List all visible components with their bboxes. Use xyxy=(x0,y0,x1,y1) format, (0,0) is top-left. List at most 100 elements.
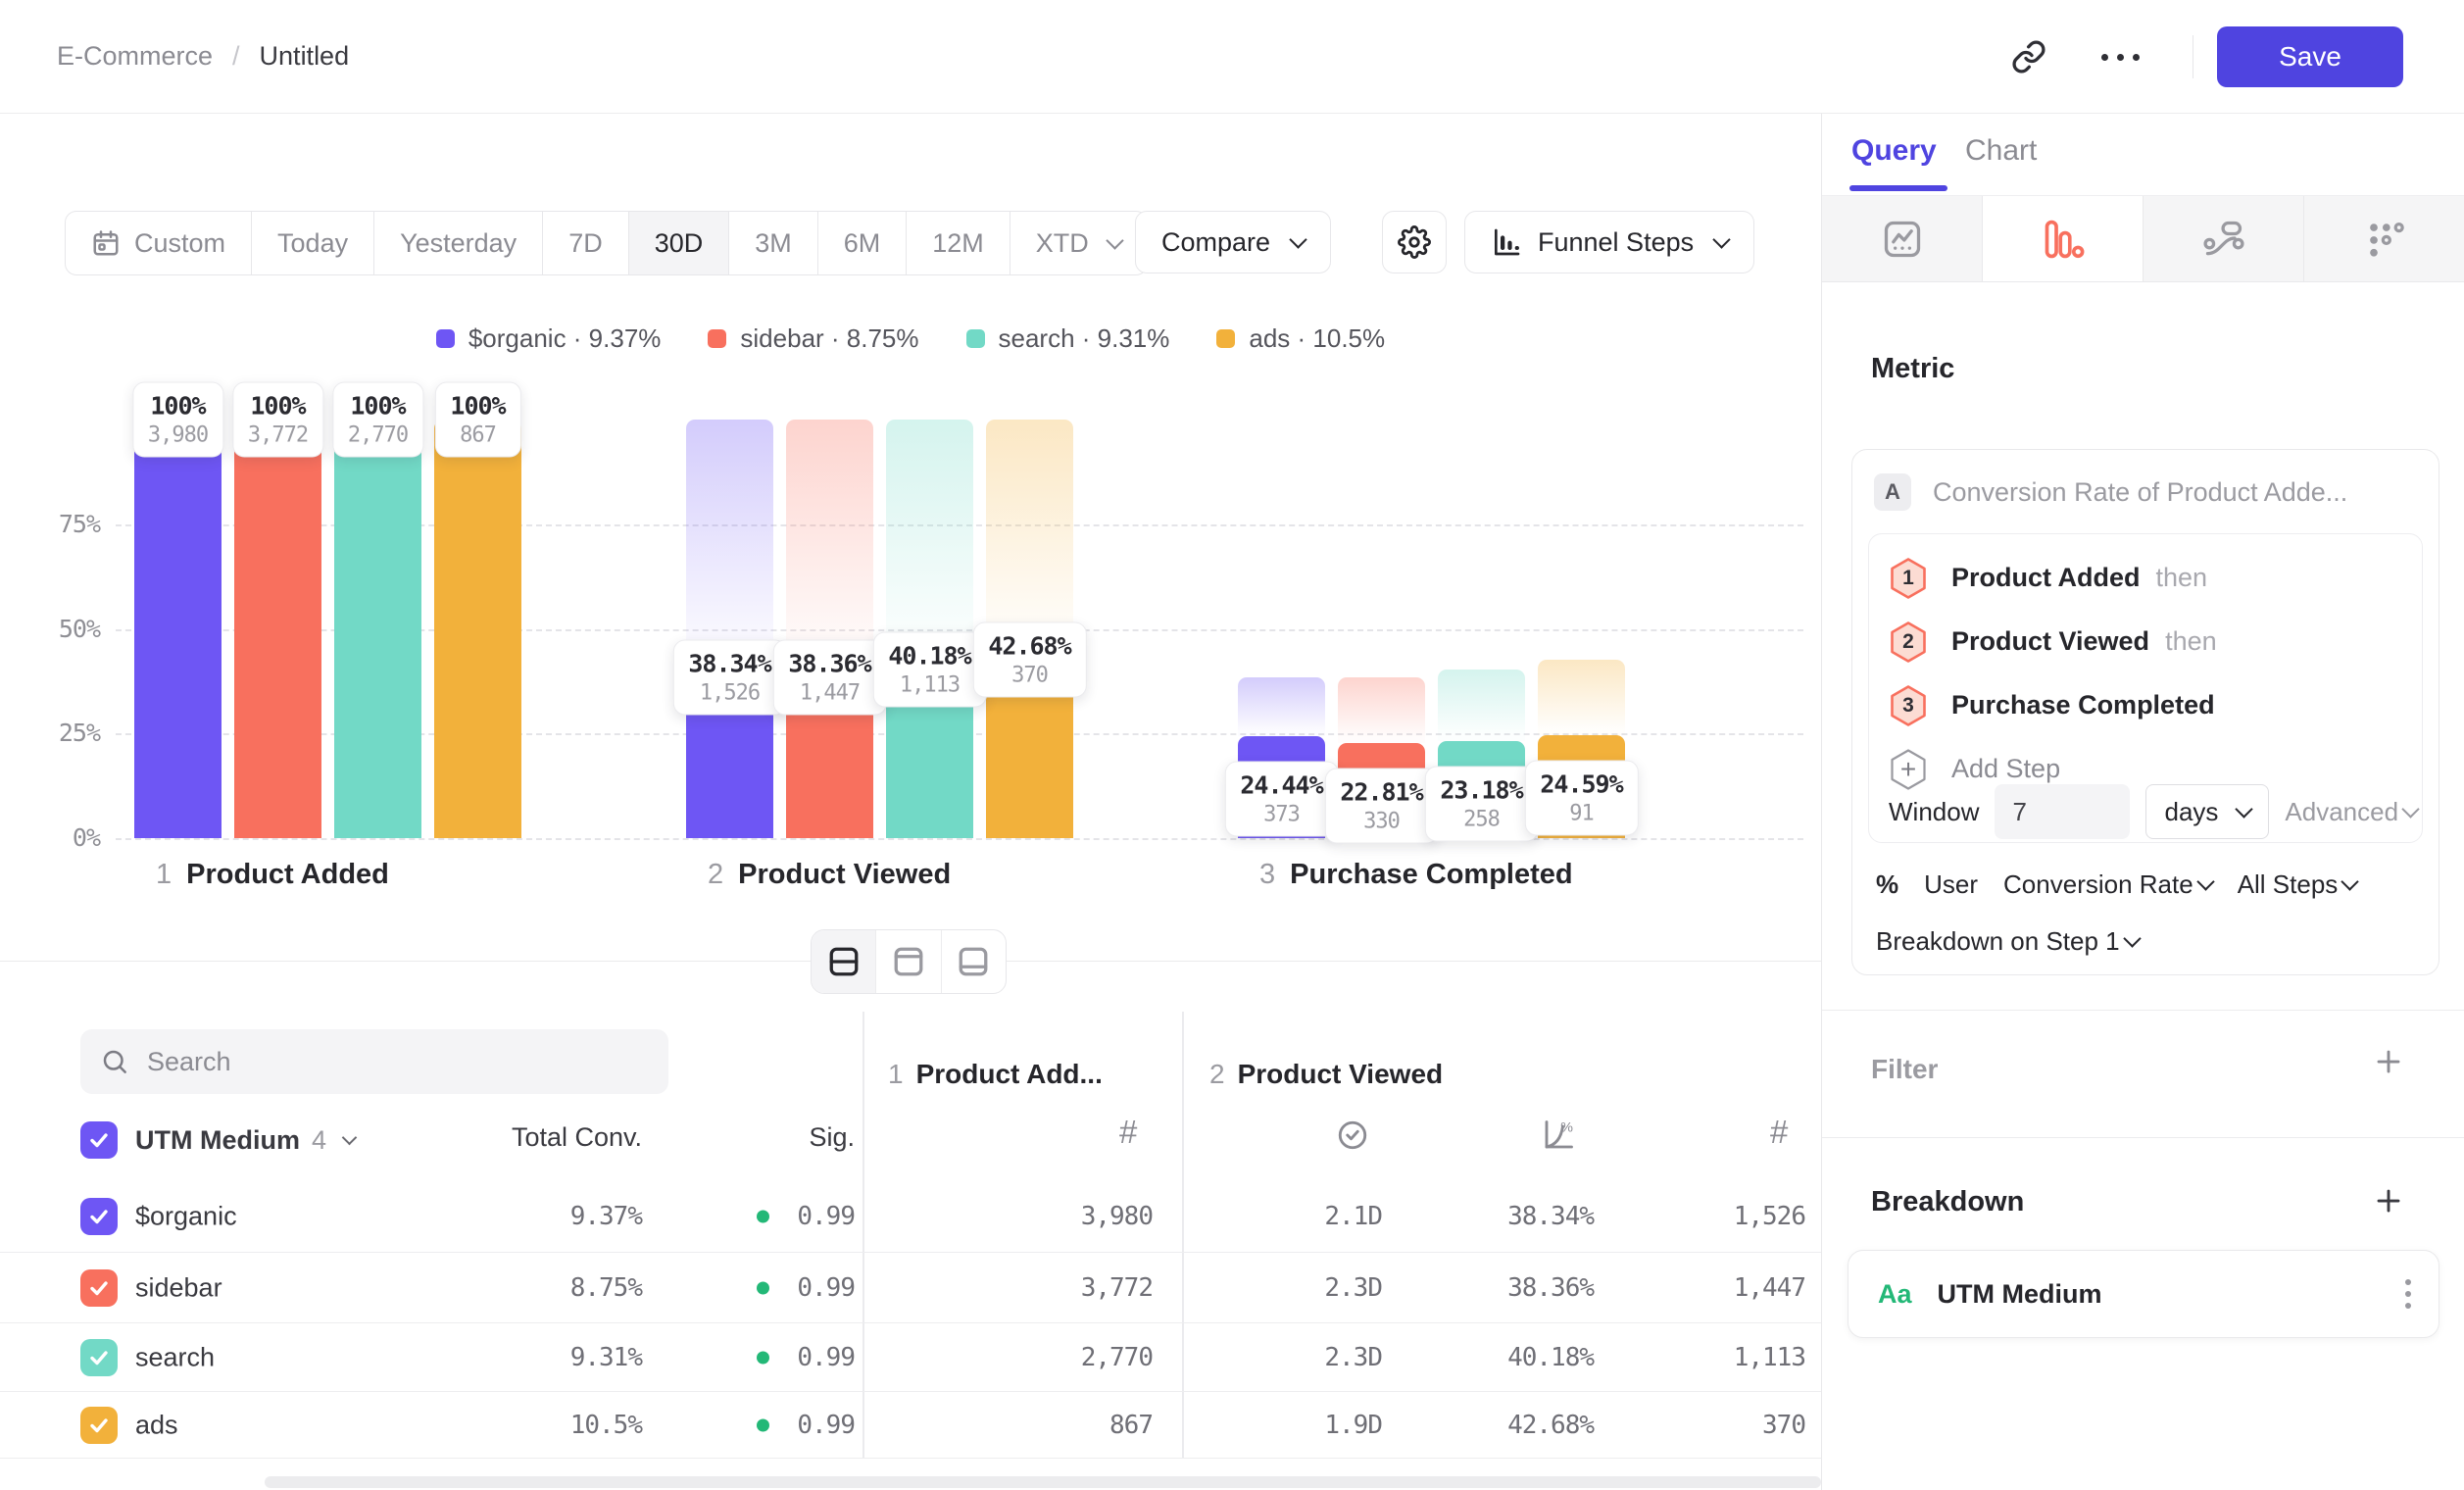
bar-count: 1,447 xyxy=(788,681,870,706)
funnel-steps-view-button[interactable]: Funnel Steps xyxy=(1464,211,1754,273)
add-filter-button[interactable] xyxy=(2371,1044,2406,1079)
date-range-xtd[interactable]: XTD xyxy=(1010,212,1147,274)
date-range-yesterday[interactable]: Yesterday xyxy=(374,212,543,274)
table-search[interactable] xyxy=(80,1029,668,1094)
tab-chart[interactable]: Chart xyxy=(1965,134,2037,168)
significance-dot xyxy=(757,1281,769,1294)
split-layout-icon xyxy=(826,944,862,979)
chevron-down-icon xyxy=(2401,800,2419,818)
funnel-bar-ads-step3[interactable]: 24.59%91 xyxy=(1538,420,1625,838)
tab-query[interactable]: Query xyxy=(1851,134,1937,168)
step-number: 3 xyxy=(1889,684,1928,727)
funnel-bar-ads-step1[interactable]: 100%867 xyxy=(434,420,521,838)
funnel-bar-sidebar-step1[interactable]: 100%3,772 xyxy=(234,420,321,838)
kebab-menu-icon[interactable] xyxy=(2405,1279,2411,1309)
row-checkbox[interactable] xyxy=(80,1407,118,1444)
select-all-checkbox[interactable] xyxy=(80,1121,118,1159)
step-event-name: Product Viewed xyxy=(1951,626,2149,657)
funnel-bar-organic-step1[interactable]: 100%3,980 xyxy=(134,420,222,838)
funnel-bar-sidebar-step3[interactable]: 22.81%330 xyxy=(1338,420,1425,838)
legend-item-sidebar[interactable]: sidebar · 8.75% xyxy=(708,323,918,354)
compare-button[interactable]: Compare xyxy=(1135,211,1331,273)
app-window: E-Commerce / Untitled Save CustomTodayYe… xyxy=(0,0,2464,1490)
date-range-6m[interactable]: 6M xyxy=(818,212,908,274)
table-row-search[interactable]: search9.31%0.992,7702.3D40.18%1,113 xyxy=(0,1323,1821,1392)
add-breakdown-button[interactable] xyxy=(2371,1183,2406,1218)
tab-insights[interactable] xyxy=(1822,196,1983,281)
window-value-input[interactable] xyxy=(1995,784,2130,839)
plus-icon xyxy=(2374,1186,2403,1216)
metric-selector-label: Conversion Rate xyxy=(2003,869,2193,900)
more-menu-button[interactable] xyxy=(2088,31,2152,82)
funnel-bar-search-step1[interactable]: 100%2,770 xyxy=(334,420,421,838)
date-range-3m[interactable]: 3M xyxy=(729,212,818,274)
report-title[interactable]: Untitled xyxy=(260,41,350,72)
legend-item-organic[interactable]: $organic · 9.37% xyxy=(436,323,662,354)
row-avg-time: 2.1D xyxy=(1324,1202,1382,1231)
step-number: 2 xyxy=(1889,621,1928,664)
row-sig: 0.99 xyxy=(797,1411,855,1440)
ellipsis-icon xyxy=(2101,54,2108,61)
table-row-sidebar[interactable]: sidebar8.75%0.993,7722.3D38.36%1,447 xyxy=(0,1253,1821,1323)
count-metric-icon[interactable]: # xyxy=(1119,1114,1137,1151)
legend-item-ads[interactable]: ads · 10.5% xyxy=(1216,323,1385,354)
sig-header[interactable]: Sig. xyxy=(809,1122,855,1153)
chevron-down-icon xyxy=(1106,231,1123,249)
step2-label: Product Viewed xyxy=(1238,1059,1444,1089)
entity-selector[interactable]: User xyxy=(1924,869,1978,900)
date-range-7d[interactable]: 7D xyxy=(543,212,629,274)
row-checkbox[interactable] xyxy=(80,1339,118,1376)
funnel-bar-organic-step3[interactable]: 24.44%373 xyxy=(1238,420,1325,838)
search-input[interactable] xyxy=(145,1046,619,1078)
layout-chart-top-button[interactable] xyxy=(876,930,941,993)
breadcrumb-project[interactable]: E-Commerce xyxy=(57,41,213,72)
avg-time-metric-icon[interactable] xyxy=(1335,1118,1370,1153)
layout-split-button[interactable] xyxy=(812,930,876,993)
layout-chart-bottom-button[interactable] xyxy=(942,930,1006,993)
funnel-bar-search-step2[interactable]: 40.18%1,113 xyxy=(886,420,973,838)
date-range-12m[interactable]: 12M xyxy=(907,212,1010,274)
window-unit: days xyxy=(2164,797,2218,827)
breakdown-item-utm-medium[interactable]: Aa UTM Medium xyxy=(1848,1250,2439,1338)
step-number-badge: 1 xyxy=(1889,557,1928,600)
funnel-bar-organic-step2[interactable]: 38.34%1,526 xyxy=(686,420,773,838)
row-checkbox[interactable] xyxy=(80,1269,118,1307)
date-range-today[interactable]: Today xyxy=(252,212,374,274)
save-button[interactable]: Save xyxy=(2217,26,2403,87)
tab-retention[interactable] xyxy=(2304,196,2464,281)
panel-divider xyxy=(1822,1010,2464,1011)
group-column-header[interactable]: UTM Medium 4 xyxy=(135,1121,355,1159)
table-row-organic[interactable]: $organic9.37%0.993,9802.1D38.34%1,526 xyxy=(0,1181,1821,1253)
table-row-ads[interactable]: ads10.5%0.998671.9D42.68%370 xyxy=(0,1392,1821,1459)
date-range-30d[interactable]: 30D xyxy=(629,212,730,274)
scope-selector[interactable]: All Steps xyxy=(2238,869,2357,900)
step-label-3: 3Purchase Completed xyxy=(1259,859,1573,891)
funnel-step-1[interactable]: 1 Product Added then xyxy=(1889,546,2422,610)
tab-flows[interactable] xyxy=(2144,196,2304,281)
funnel-step-3[interactable]: 3 Purchase Completed xyxy=(1889,673,2422,737)
metric-card: A Conversion Rate of Product Adde... 1 P… xyxy=(1851,449,2439,975)
copy-link-button[interactable] xyxy=(2003,31,2054,82)
breakdown-on-selector[interactable]: Breakdown on Step 1 xyxy=(1876,926,2139,957)
window-unit-dropdown[interactable]: days xyxy=(2145,784,2269,839)
metric-series-row[interactable]: A Conversion Rate of Product Adde... xyxy=(1874,473,2347,511)
legend-item-search[interactable]: search · 9.31% xyxy=(966,323,1170,354)
row-checkbox[interactable] xyxy=(80,1198,118,1235)
advanced-dropdown[interactable]: Advanced xyxy=(2285,797,2419,827)
date-range-custom[interactable]: Custom xyxy=(66,212,252,274)
bar-pct: 40.18% xyxy=(888,642,970,670)
metric-selector[interactable]: Conversion Rate xyxy=(2003,869,2212,900)
total-conv-header[interactable]: Total Conv. xyxy=(512,1122,642,1153)
step-name: Purchase Completed xyxy=(1290,859,1572,890)
funnel-bar-search-step3[interactable]: 23.18%258 xyxy=(1438,420,1525,838)
bar-pct: 23.18% xyxy=(1440,776,1522,805)
tab-funnels[interactable] xyxy=(1983,196,2144,281)
legend-swatch xyxy=(708,329,726,348)
conv-rate-metric-icon[interactable]: % xyxy=(1541,1118,1576,1153)
horizontal-scrollbar[interactable] xyxy=(265,1476,1821,1488)
count-metric-icon[interactable]: # xyxy=(1770,1114,1788,1151)
chart-settings-button[interactable] xyxy=(1382,211,1447,273)
funnel-bar-sidebar-step2[interactable]: 38.36%1,447 xyxy=(786,420,873,838)
funnel-step-2[interactable]: 2 Product Viewed then xyxy=(1889,610,2422,673)
funnel-bar-ads-step2[interactable]: 42.68%370 xyxy=(986,420,1073,838)
